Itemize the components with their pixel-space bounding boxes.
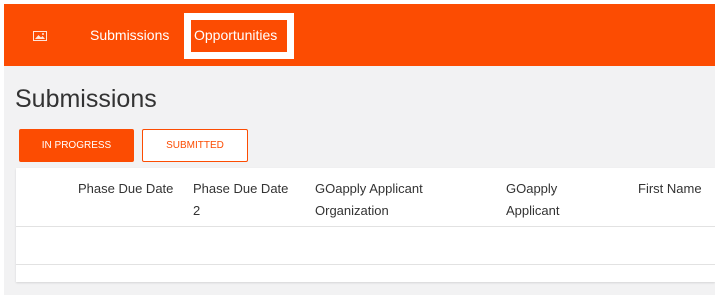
row-divider [16, 264, 715, 265]
table-row [16, 227, 715, 264]
nav-opportunities[interactable]: Opportunities [184, 13, 294, 59]
column-header-phase-due-date[interactable]: Phase Due Date [78, 178, 178, 200]
column-header-first-name[interactable]: First Name [638, 178, 708, 200]
nav-submissions[interactable]: Submissions [90, 26, 169, 44]
submissions-table: Phase Due Date Phase Due Date 2 GOapply … [16, 168, 715, 282]
tab-in-progress[interactable]: IN PROGRESS [19, 129, 134, 162]
column-header-applicant[interactable]: GOapply Applicant [506, 178, 606, 222]
image-icon[interactable] [33, 31, 47, 41]
top-nav-bar: Submissions Opportunities [4, 4, 715, 66]
column-header-phase-due-date-2[interactable]: Phase Due Date 2 [193, 178, 293, 222]
page-title: Submissions [15, 85, 157, 113]
column-header-applicant-organization[interactable]: GOapply Applicant Organization [315, 178, 475, 222]
tab-submitted[interactable]: SUBMITTED [142, 129, 248, 162]
nav-opportunities-label: Opportunities [194, 27, 278, 43]
page: Submissions Opportunities Submissions IN… [4, 4, 715, 295]
